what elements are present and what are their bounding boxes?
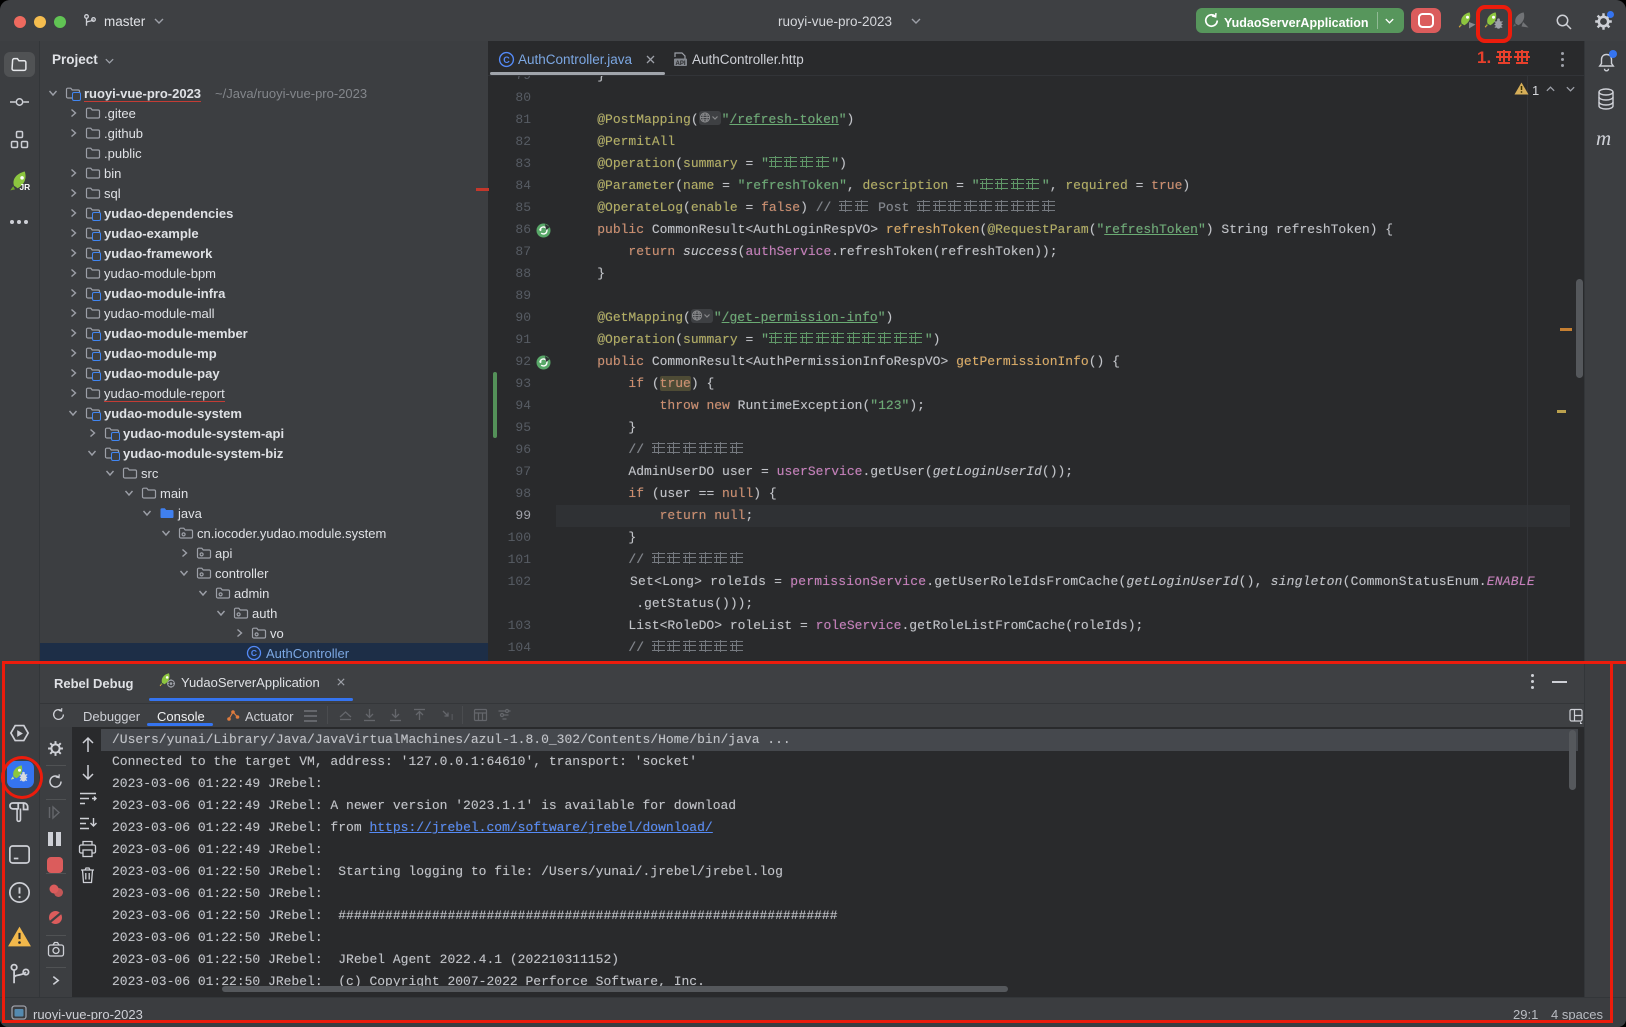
- svg-text:I: I: [451, 713, 453, 722]
- svg-text:API: API: [675, 61, 685, 67]
- svg-text:C: C: [503, 55, 510, 65]
- svg-text:C: C: [251, 648, 257, 658]
- svg-text:JR: JR: [19, 182, 30, 192]
